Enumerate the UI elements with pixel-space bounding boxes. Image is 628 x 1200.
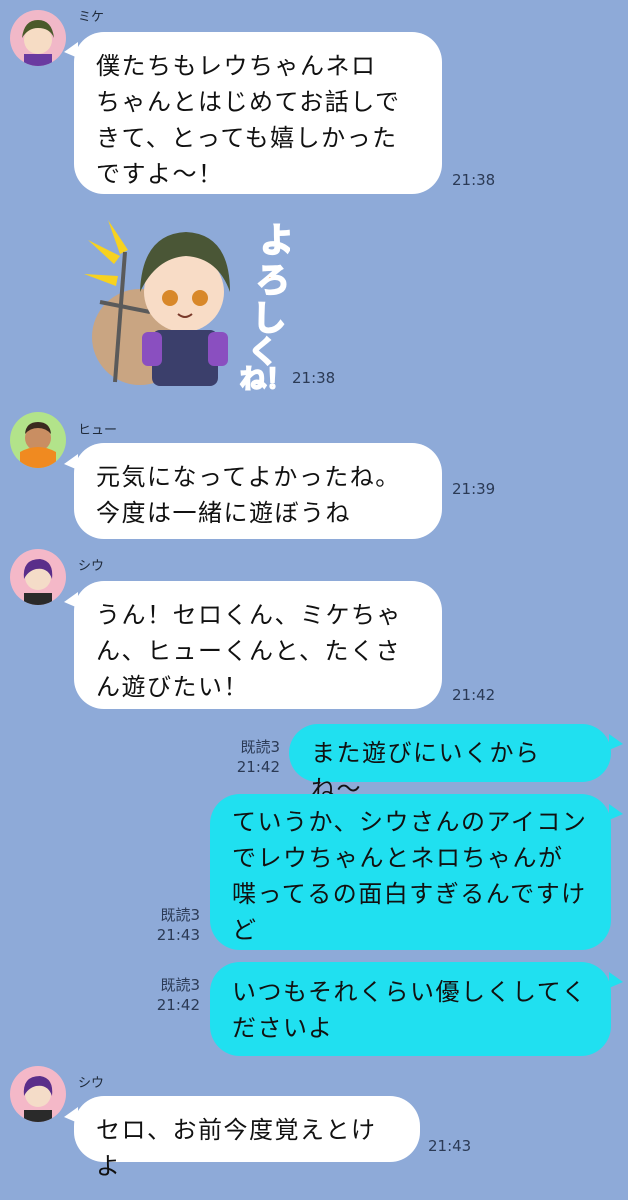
bubble-tail <box>609 804 623 820</box>
message-line: 喋ってるの面白すぎるんですけ <box>232 880 587 908</box>
message-line: ど <box>232 916 258 944</box>
sender-name: ヒュー <box>78 423 118 438</box>
message-line: いつもそれくらい優しくしてく <box>232 978 588 1006</box>
message-bubble[interactable]: また遊びにいくからね〜 <box>289 724 611 803</box>
message-line: ちゃんとはじめてお話しで <box>96 88 401 116</box>
read-count: 既読3 <box>240 738 280 756</box>
message-bubble[interactable]: 元気になってよかったね。 今度は一緒に遊ぼうね <box>74 443 442 539</box>
bubble-tail <box>609 734 623 750</box>
avatar-shiu[interactable] <box>10 1066 66 1122</box>
sender-name: シウ <box>78 1076 105 1091</box>
read-receipt: 既読3 21:43 <box>146 905 200 945</box>
avatar-hyu[interactable] <box>10 412 66 468</box>
message-time: 21:43 <box>156 926 200 944</box>
message-bubble[interactable]: うん！セロくん、ミケちゃ ん、ヒューくんと、たくさ ん遊びたい！ <box>74 581 442 709</box>
message-line: 僕たちもレウちゃんネロ <box>96 52 377 80</box>
message-line: ん遊びたい！ <box>96 673 249 701</box>
read-receipt: 既読3 21:42 <box>226 737 280 777</box>
message-time: 21:42 <box>452 686 496 704</box>
sender-name: シウ <box>78 559 105 574</box>
message-bubble[interactable]: ていうか、シウさんのアイコン でレウちゃんとネロちゃんが 喋ってるの面白すぎるん… <box>210 794 611 950</box>
sticker-image[interactable]: よ ろ し く ね！ <box>80 212 295 396</box>
message-time: 21:38 <box>292 369 336 387</box>
message-time: 21:42 <box>156 996 200 1014</box>
message-line: うん！セロくん、ミケちゃ <box>96 601 402 629</box>
message-time: 21:38 <box>452 171 496 189</box>
svg-text:し: し <box>252 299 286 339</box>
message-time: 21:42 <box>236 758 280 776</box>
message-line: セロ、お前今度覚えとけよ <box>96 1116 377 1180</box>
message-line: ん、ヒューくんと、たくさ <box>96 637 402 665</box>
message-bubble[interactable]: 僕たちもレウちゃんネロ ちゃんとはじめてお話しで きて、とっても嬉しかった です… <box>74 32 442 194</box>
message-line: きて、とっても嬉しかった <box>96 124 398 152</box>
bubble-tail <box>609 972 623 988</box>
svg-text:ろ: ろ <box>256 261 290 301</box>
message-bubble[interactable]: いつもそれくらい優しくしてく ださいよ <box>210 962 611 1056</box>
read-receipt: 既読3 21:42 <box>146 975 200 1015</box>
message-line: でレウちゃんとネロちゃんが <box>232 844 564 872</box>
message-bubble[interactable]: セロ、お前今度覚えとけよ <box>74 1096 420 1180</box>
avatar-mike[interactable] <box>10 10 66 66</box>
message-line: 元気になってよかったね。 <box>96 463 401 491</box>
message-line: 今度は一緒に遊ぼうね <box>96 499 351 527</box>
message-line: ださいよ <box>232 1014 334 1042</box>
read-count: 既読3 <box>160 906 200 924</box>
avatar-shiu[interactable] <box>10 549 66 605</box>
message-time: 21:43 <box>428 1137 472 1155</box>
sticker-text: よ <box>260 221 290 261</box>
message-time: 21:39 <box>452 480 496 498</box>
sender-name: ミケ <box>78 10 105 25</box>
message-line: ていうか、シウさんのアイコン <box>232 808 588 836</box>
message-line: ですよ〜！ <box>96 160 224 188</box>
read-count: 既読3 <box>160 976 200 994</box>
svg-text:ね！: ね！ <box>240 365 290 392</box>
